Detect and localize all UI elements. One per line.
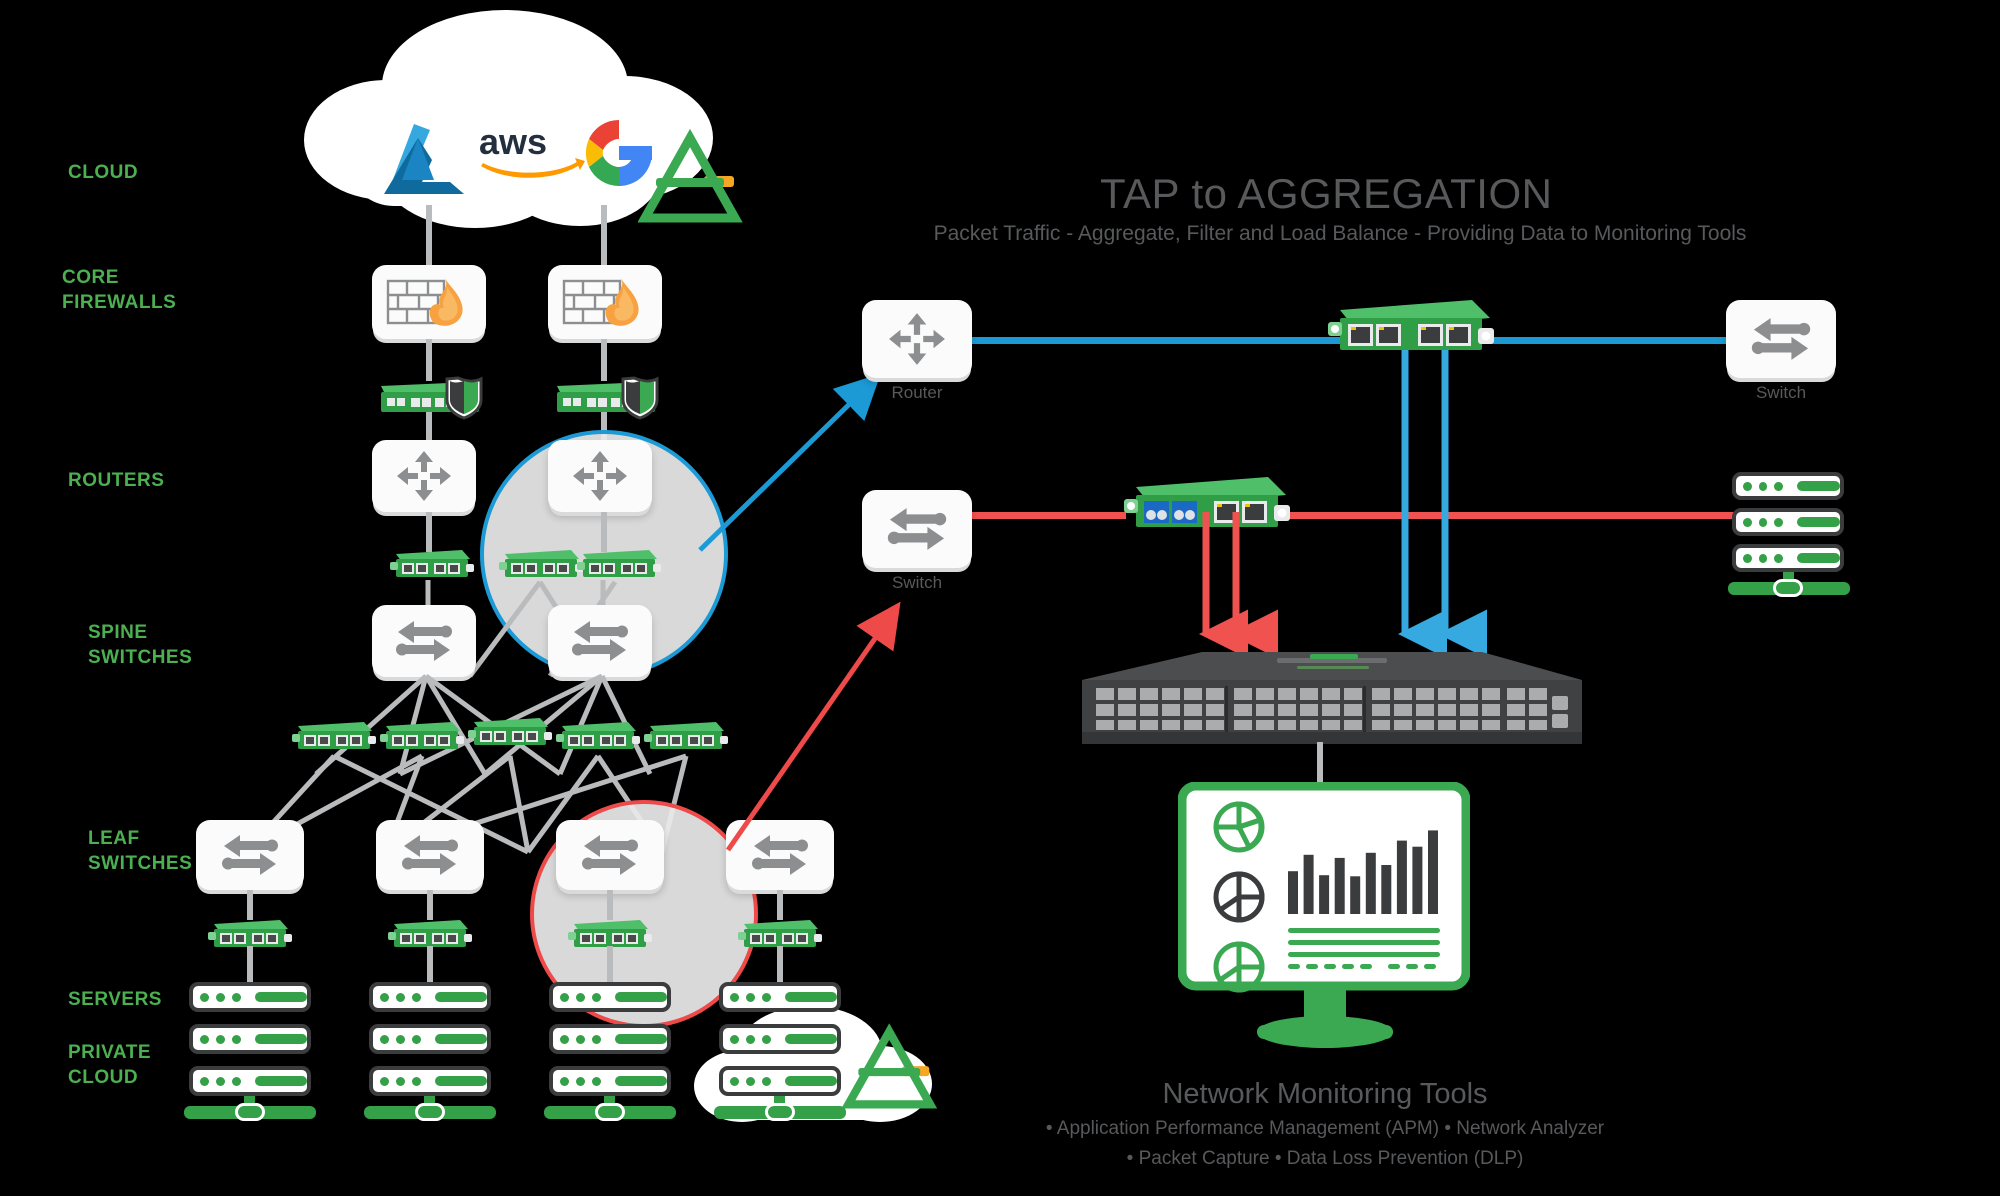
firewall-icon (562, 277, 639, 326)
switch-icon (1751, 318, 1811, 360)
blue-leader-arrow (698, 373, 881, 552)
link-tap-server-3 (607, 946, 613, 982)
switch-node-right[interactable] (1726, 300, 1836, 378)
spine-tap-1[interactable] (290, 714, 378, 756)
router-icon (573, 451, 627, 501)
switch-node-right-caption: Switch (1755, 383, 1807, 402)
server-unit[interactable] (189, 1024, 311, 1054)
switch-icon (582, 835, 638, 875)
tier-label-private-cloud: PRIVATE CLOUD (68, 1042, 152, 1088)
copper-tap-drops-upper (1401, 350, 1449, 520)
aws-logo: aws (479, 122, 585, 178)
tier-label-routers: ROUTERS (68, 470, 165, 491)
switch-node-left[interactable] (862, 490, 972, 568)
monitoring-tools-line1: • Application Performance Management (AP… (1045, 1118, 1605, 1139)
garland-logo-private-cloud (842, 1023, 938, 1109)
server-unit[interactable] (719, 1066, 841, 1096)
server-unit[interactable] (719, 982, 841, 1012)
leaf-switch-node-3[interactable] (556, 820, 664, 890)
server-unit[interactable] (1732, 472, 1844, 500)
server-unit[interactable] (719, 1024, 841, 1054)
link-tap-server-4 (777, 946, 783, 982)
monitoring-tools-title: Network Monitoring Tools (1162, 1078, 1488, 1110)
server-unit[interactable] (189, 1066, 311, 1096)
router-icon (397, 451, 451, 501)
shield-icon (445, 376, 483, 420)
diagram-canvas: CLOUD CORE FIREWALLS ROUTERS SPINE SWITC… (0, 0, 2000, 1196)
server-unit[interactable] (549, 982, 671, 1012)
leaf-switch-node-1[interactable] (196, 820, 304, 890)
switch-node-left-caption: Switch (891, 573, 943, 592)
firewall-node-2[interactable] (548, 265, 662, 339)
firewall-icon (386, 277, 463, 326)
tier-label-spine-switches: SPINE SWITCHES (88, 622, 193, 668)
switch-icon (887, 508, 947, 550)
leaf-switch-node-2[interactable] (376, 820, 484, 890)
bypass-tap-2[interactable] (551, 372, 663, 420)
link-tap-server-1 (247, 946, 253, 982)
tier-label-cloud: CLOUD (68, 162, 139, 183)
tier-label-core-firewalls: CORE FIREWALLS (62, 267, 177, 313)
server-unit[interactable] (549, 1066, 671, 1096)
monitoring-tools-line2: • Packet Capture • Data Loss Prevention … (1126, 1148, 1524, 1169)
server-unit[interactable] (369, 1024, 491, 1054)
blue-link-tap-switch (1484, 337, 1728, 344)
pie-chart-middle (1213, 871, 1265, 923)
router-node-2[interactable] (548, 440, 652, 512)
server-unit[interactable] (369, 1066, 491, 1096)
switch-icon (222, 835, 278, 875)
spine-tap-2[interactable] (378, 714, 466, 756)
switch-icon (396, 621, 452, 661)
page-title: TAP to AGGREGATION (1100, 170, 1553, 217)
firewall-node-1[interactable] (372, 265, 486, 339)
azure-logo (384, 124, 464, 194)
link-tap-server-2 (427, 946, 433, 982)
spine-tap-3[interactable] (466, 710, 554, 752)
spine-switch-node-1[interactable] (372, 605, 476, 677)
tier-label-leaf-switches: LEAF SWITCHES (88, 828, 193, 874)
aggregation-switch[interactable] (1082, 640, 1582, 752)
server-unit[interactable] (1732, 544, 1844, 572)
router-icon (889, 313, 945, 365)
shield-icon (621, 376, 659, 420)
router-node[interactable] (862, 300, 972, 378)
router-node-caption: Router (891, 383, 943, 402)
dashboard-bar-chart (1288, 830, 1438, 914)
red-leader-arrow (725, 601, 901, 852)
garland-logo-cloud (638, 128, 743, 223)
spine-tap-4[interactable] (554, 714, 642, 756)
dashboard-data-lines (1288, 928, 1440, 969)
tier-label-servers: SERVERS (68, 989, 162, 1010)
pie-chart-bottom (1213, 941, 1265, 993)
link-bypasstap-router-1 (426, 412, 432, 442)
page-subtitle: Packet Traffic - Aggregate, Filter and L… (933, 222, 1747, 245)
switch-icon (402, 835, 458, 875)
router-node-1[interactable] (372, 440, 476, 512)
server-unit[interactable] (189, 982, 311, 1012)
svg-text:aws: aws (479, 122, 547, 162)
server-unit[interactable] (369, 982, 491, 1012)
copper-tap[interactable] (1326, 290, 1496, 358)
server-unit[interactable] (1732, 508, 1844, 536)
server-unit[interactable] (549, 1024, 671, 1054)
red-link-switch-tap (966, 512, 1126, 519)
switch-icon (572, 621, 628, 661)
spine-switch-node-2[interactable] (548, 605, 652, 677)
pie-chart-top (1213, 801, 1265, 853)
blue-link-router-tap (966, 337, 1386, 344)
spine-tap-5[interactable] (642, 714, 730, 756)
